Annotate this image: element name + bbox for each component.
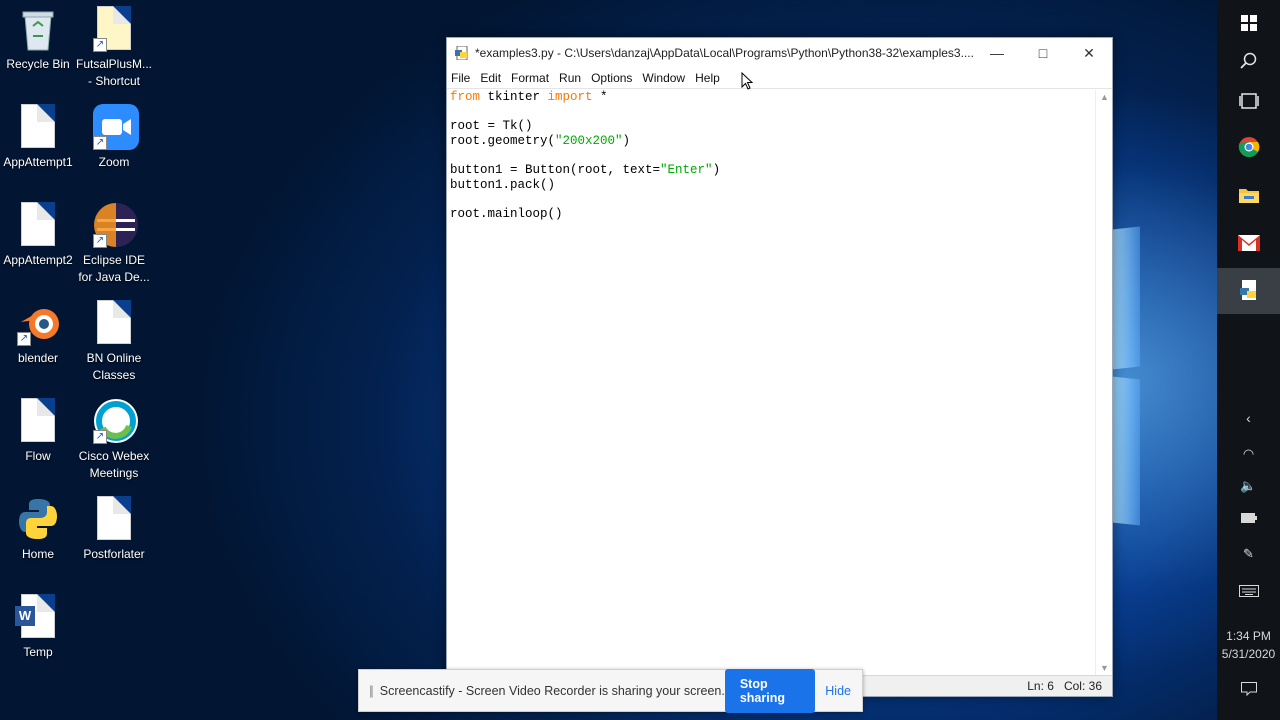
clock[interactable]: 1:34 PM 5/31/2020 (1217, 627, 1280, 663)
idle-editor-window[interactable]: *examples3.py - C:\Users\danzaj\AppData\… (446, 37, 1113, 697)
wifi-icon[interactable]: ◠ (1217, 446, 1280, 462)
desktop-icon-appattempt2[interactable]: AppAttempt2 (0, 196, 76, 269)
title-bar[interactable]: *examples3.py - C:\Users\danzaj\AppData\… (447, 38, 1112, 68)
desktop-icon-label: Home (21, 547, 54, 561)
menu-bar: File Edit Format Run Options Window Help (447, 68, 1112, 89)
window-title: *examples3.py - C:\Users\danzaj\AppData\… (475, 46, 974, 60)
desktop-icon-label: blender (17, 351, 59, 365)
desktop-icon-temp[interactable]: W Temp (0, 588, 76, 661)
scroll-down-icon[interactable]: ▼ (1100, 663, 1109, 673)
document-icon (17, 104, 59, 150)
desktop-icon-futsalplus-shortcut[interactable]: ↗ FutsalPlusM... - Shortcut (76, 0, 152, 90)
desktop-icon-home[interactable]: Home (0, 490, 76, 563)
blender-icon: ↗ (17, 300, 59, 346)
keyboard-icon[interactable] (1217, 584, 1280, 600)
document-shortcut-icon: ↗ (93, 6, 135, 52)
desktop-icon-label: Eclipse IDE for Java De... (78, 253, 150, 284)
desktop-icon-label: Flow (25, 449, 51, 463)
hide-button[interactable]: Hide (825, 684, 851, 698)
webex-icon: ↗ (93, 398, 138, 444)
document-icon (17, 202, 59, 248)
battery-icon[interactable] (1217, 510, 1280, 526)
code-line[interactable]: button1.pack() (450, 178, 555, 192)
desktop-icon-label: Recycle Bin (6, 57, 70, 71)
clock-date: 5/31/2020 (1221, 647, 1276, 661)
menu-edit[interactable]: Edit (480, 71, 501, 85)
menu-window[interactable]: Window (642, 71, 685, 85)
share-message: Screencastify - Screen Video Recorder is… (379, 683, 725, 698)
python-idle-icon (455, 45, 469, 61)
line-number: Ln: 6 (1027, 679, 1054, 693)
code-line[interactable]: root = Tk() (450, 119, 533, 133)
menu-run[interactable]: Run (559, 71, 581, 85)
code-text[interactable]: from tkinter import * root = Tk() root.g… (447, 90, 1095, 221)
file-explorer-icon[interactable] (1217, 172, 1280, 218)
document-icon (17, 398, 59, 444)
menu-format[interactable]: Format (511, 71, 549, 85)
desktop-icon-appattempt1[interactable]: AppAttempt1 (0, 98, 76, 171)
desktop-icon-recycle-bin[interactable]: Recycle Bin (0, 0, 76, 73)
desktop-icon-bn-online-classes[interactable]: BN Online Classes (76, 294, 152, 384)
desktop-icon-label: AppAttempt2 (3, 253, 73, 267)
desktop-icon-label: Temp (23, 645, 53, 659)
code-line[interactable]: from tkinter import * (450, 90, 608, 104)
stop-sharing-button[interactable]: Stop sharing (724, 668, 816, 713)
desktop-icon-label: Zoom (98, 155, 130, 169)
drag-handle-icon[interactable]: || (369, 683, 374, 698)
chrome-icon[interactable] (1217, 124, 1280, 170)
desktop-icon-label: BN Online Classes (86, 351, 142, 382)
maximize-button[interactable]: □ (1020, 38, 1066, 68)
desktop-icon-blender[interactable]: ↗ blender (0, 294, 76, 367)
pen-icon[interactable]: ✎ (1217, 546, 1280, 562)
notification-icon[interactable] (1217, 682, 1280, 699)
zoom-icon: ↗ (93, 104, 139, 150)
screencastify-share-bar: || Screencastify - Screen Video Recorder… (358, 668, 863, 713)
code-line[interactable]: button1 = Button(root, text="Enter") (450, 163, 720, 177)
document-icon (93, 300, 135, 346)
scroll-up-icon[interactable]: ▲ (1100, 92, 1109, 102)
desktop-icon-flow[interactable]: Flow (0, 392, 76, 465)
menu-options[interactable]: Options (591, 71, 632, 85)
code-editor[interactable]: from tkinter import * root = Tk() root.g… (447, 90, 1095, 675)
eclipse-icon: ↗ (93, 202, 138, 248)
desktop-icon-label: FutsalPlusM... - Shortcut (76, 57, 153, 88)
vertical-scrollbar[interactable]: ▲ ▼ (1095, 90, 1112, 675)
desktop-icon-zoom[interactable]: ↗ Zoom (76, 98, 152, 171)
menu-file[interactable]: File (451, 71, 470, 85)
volume-icon[interactable]: 🔈 (1217, 478, 1280, 494)
gmail-icon[interactable] (1217, 220, 1280, 266)
recycle-bin-icon (17, 6, 59, 52)
mouse-cursor-icon (741, 71, 754, 95)
cursor-position: Ln: 6 Col: 36 (1027, 679, 1102, 693)
code-line[interactable]: root.mainloop() (450, 207, 563, 221)
task-view-icon[interactable] (1217, 78, 1280, 124)
python-idle-taskbar-icon[interactable] (1217, 268, 1280, 314)
desktop-icon-label: AppAttempt1 (3, 155, 73, 169)
desktop-icon-eclipse[interactable]: ↗ Eclipse IDE for Java De... (76, 196, 152, 286)
column-number: Col: 36 (1063, 679, 1102, 693)
document-icon (93, 496, 135, 542)
close-button[interactable]: ✕ (1066, 38, 1112, 68)
word-doc-icon: W (15, 594, 59, 640)
taskbar: ‹ ◠ 🔈 ✎ 1:34 PM 5/31/2020 (1217, 0, 1280, 720)
desktop-icon-label: Cisco Webex Meetings (78, 449, 150, 480)
desktop-icon-label: Postforlater (83, 547, 145, 561)
minimize-button[interactable]: — (974, 38, 1020, 68)
python-file-icon (17, 496, 59, 542)
menu-help[interactable]: Help (695, 71, 720, 85)
clock-time: 1:34 PM (1226, 629, 1271, 643)
desktop-icon-cisco-webex[interactable]: ↗ Cisco Webex Meetings (76, 392, 152, 482)
desktop-icon-postforlater[interactable]: Postforlater (76, 490, 152, 563)
code-line[interactable]: root.geometry("200x200") (450, 134, 630, 148)
show-hidden-icons-icon[interactable]: ‹ (1217, 410, 1280, 426)
